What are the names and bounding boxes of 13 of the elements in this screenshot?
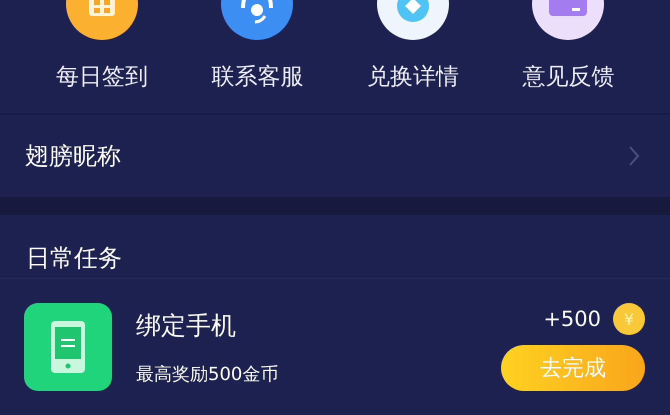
task-subtitle: 最高奖励500金币	[136, 362, 280, 386]
shortcut-label[interactable]: 联系客服	[211, 61, 304, 92]
task-title: 绑定手机	[136, 310, 237, 342]
coin-icon: ¥	[613, 303, 645, 335]
section-title: 日常任务	[26, 243, 122, 274]
nickname-label: 翅膀昵称	[25, 141, 121, 172]
shortcut-label[interactable]: 每日签到	[56, 61, 148, 92]
phone-icon	[24, 303, 112, 391]
chevron-right-icon	[628, 145, 640, 167]
shortcut-label[interactable]: 兑换详情	[366, 61, 459, 92]
nickname-row[interactable]: 翅膀昵称	[0, 115, 670, 197]
reward-amount: +500	[543, 307, 601, 331]
shortcut-label[interactable]: 意见反馈	[522, 61, 614, 92]
